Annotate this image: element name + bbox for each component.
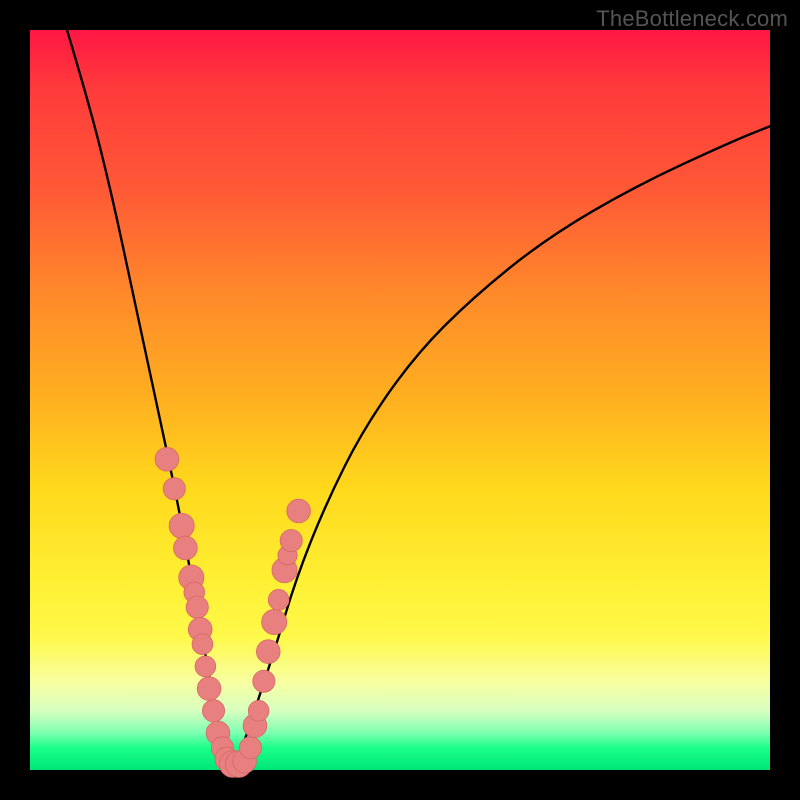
curve-marker [268, 589, 289, 610]
curve-marker [239, 737, 261, 759]
bottleneck-chart [30, 30, 770, 770]
curve-marker [280, 530, 302, 552]
curve-marker [195, 656, 216, 677]
curve-marker [163, 478, 185, 500]
watermark-text: TheBottleneck.com [596, 6, 788, 32]
curve-marker [253, 670, 275, 692]
curve-marker [174, 536, 198, 560]
curve-marker [169, 513, 194, 538]
curve-marker [192, 634, 213, 655]
curve-marker [202, 700, 224, 722]
curve-marker [186, 596, 208, 618]
curve-marker [256, 640, 280, 664]
curve-marker [287, 499, 311, 523]
curve-marker [197, 677, 221, 701]
bottleneck-curve [67, 30, 770, 767]
curve-marker [262, 609, 287, 634]
curve-marker [155, 447, 179, 471]
curve-marker [248, 700, 269, 721]
